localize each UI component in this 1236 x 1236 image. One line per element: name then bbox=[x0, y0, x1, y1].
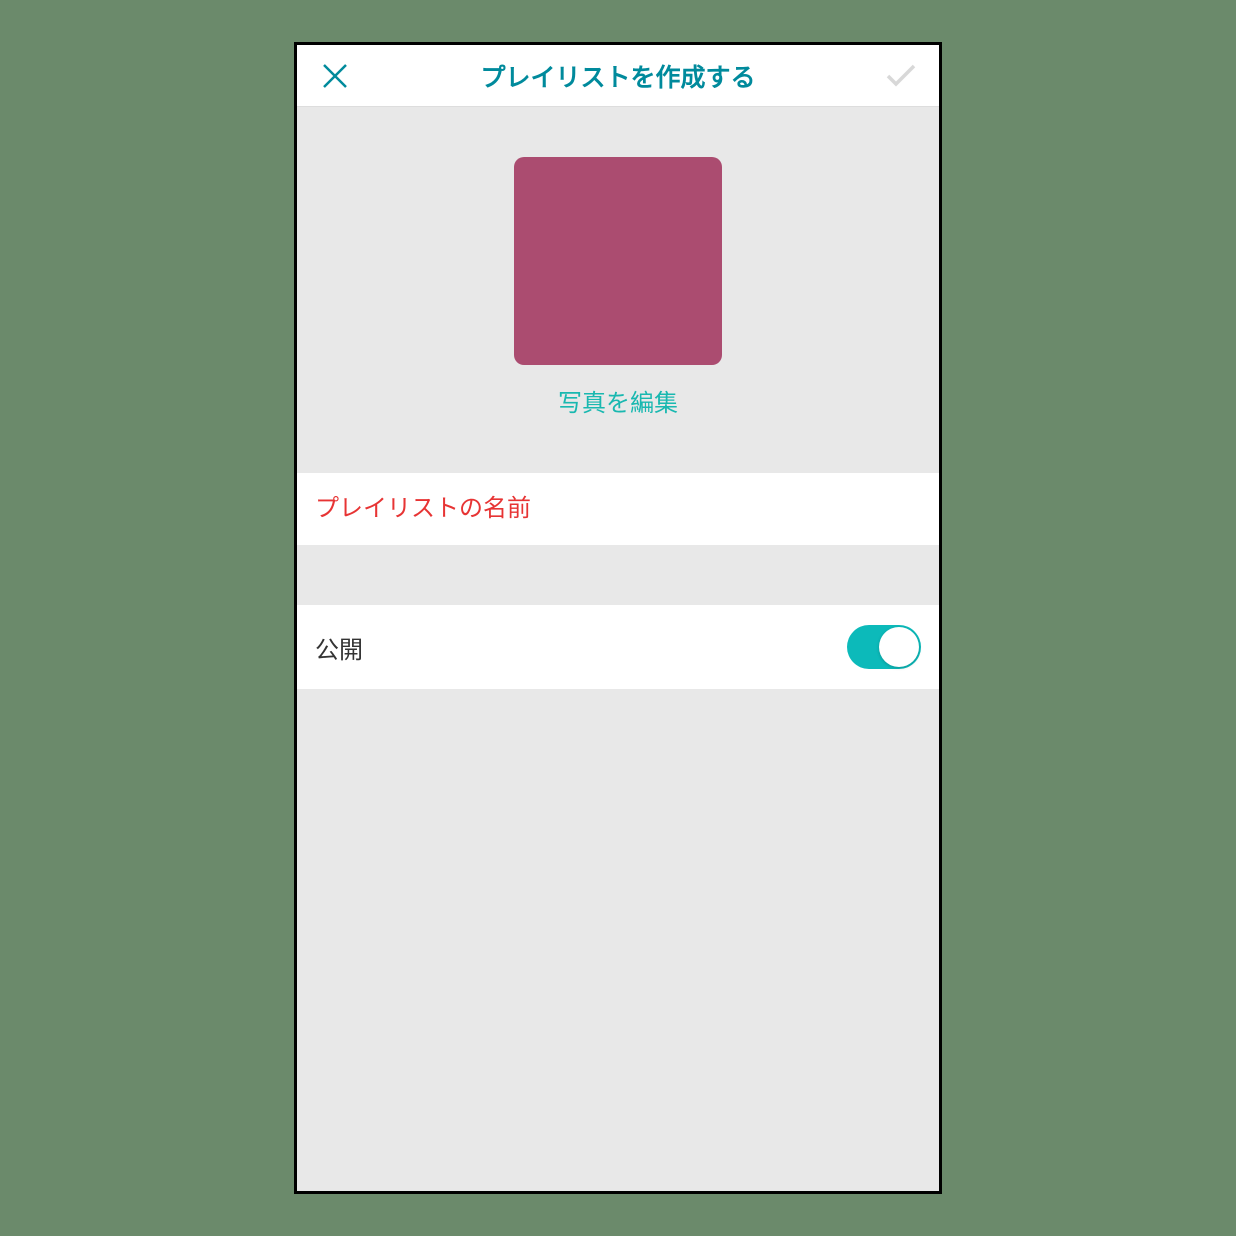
app-screen: プレイリストを作成する 写真を編集 公開 bbox=[294, 42, 942, 1194]
public-section: 公開 bbox=[297, 605, 939, 689]
toggle-knob bbox=[879, 627, 919, 667]
playlist-name-input[interactable] bbox=[315, 495, 921, 523]
edit-photo-link[interactable]: 写真を編集 bbox=[558, 383, 678, 418]
close-icon bbox=[321, 62, 349, 90]
name-section bbox=[297, 473, 939, 545]
header-bar: プレイリストを作成する bbox=[297, 45, 939, 107]
photo-section: 写真を編集 bbox=[297, 107, 939, 458]
playlist-cover-placeholder[interactable] bbox=[514, 157, 722, 365]
public-toggle[interactable] bbox=[847, 625, 921, 669]
page-title: プレイリストを作成する bbox=[355, 58, 881, 94]
public-label: 公開 bbox=[315, 630, 363, 665]
confirm-button[interactable] bbox=[881, 56, 921, 96]
close-button[interactable] bbox=[315, 56, 355, 96]
check-icon bbox=[885, 63, 917, 89]
